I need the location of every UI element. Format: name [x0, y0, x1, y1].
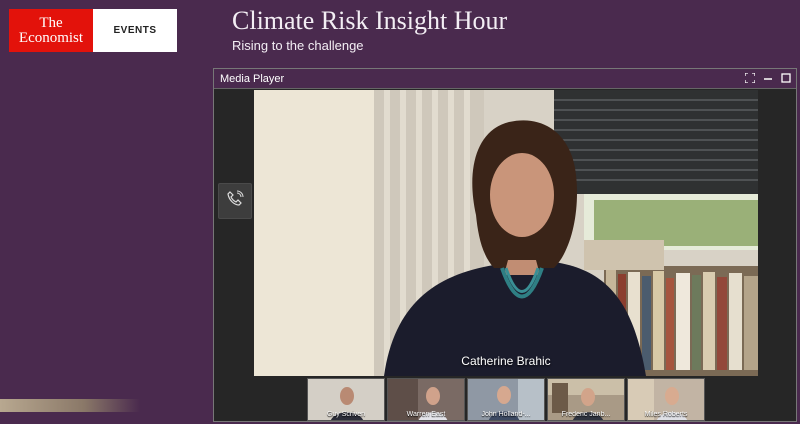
logo-line-1: The [39, 14, 63, 31]
media-player-window: Media Player Catherine Brahic Guy Scrive… [213, 68, 797, 422]
event-subtitle: Rising to the challenge [232, 38, 364, 53]
participant-thumbnails: Guy Scriven Warren East John Holland-... [307, 378, 705, 421]
participant-thumbnail[interactable]: Miles Roberts [627, 378, 705, 421]
maximize-icon[interactable] [780, 72, 792, 85]
logo-line-2: Economist [18, 29, 84, 46]
economist-events-logo: The Economist EVENTS [9, 9, 177, 52]
window-controls [744, 71, 792, 85]
speaker-video-image [254, 90, 758, 376]
events-label: EVENTS [113, 25, 157, 36]
event-title: Climate Risk Insight Hour [232, 6, 508, 35]
participant-thumbnail[interactable]: Warren East [387, 378, 465, 421]
minimize-icon[interactable] [762, 73, 774, 85]
phone-icon [226, 190, 244, 213]
media-player-titlebar[interactable]: Media Player [214, 69, 796, 89]
participant-thumbnail[interactable]: Guy Scriven [307, 378, 385, 421]
speaker-name-label: Catherine Brahic [461, 354, 551, 368]
participant-name: Miles Roberts [644, 411, 688, 418]
participant-thumbnail[interactable]: John Holland-... [467, 378, 545, 421]
call-button[interactable] [218, 183, 252, 219]
decorative-bar [0, 399, 140, 412]
participant-name: Guy Scriven [326, 411, 366, 418]
participant-thumbnail[interactable]: Frederic Janb... [547, 378, 625, 421]
participant-name: Warren East [406, 411, 446, 418]
fullscreen-icon[interactable] [744, 71, 756, 85]
participant-name: Frederic Janb... [561, 411, 611, 418]
economist-logo: The Economist [9, 9, 93, 52]
media-player-title: Media Player [220, 72, 285, 85]
participant-name: John Holland-... [481, 411, 531, 418]
main-video-feed[interactable]: Catherine Brahic [254, 90, 758, 376]
